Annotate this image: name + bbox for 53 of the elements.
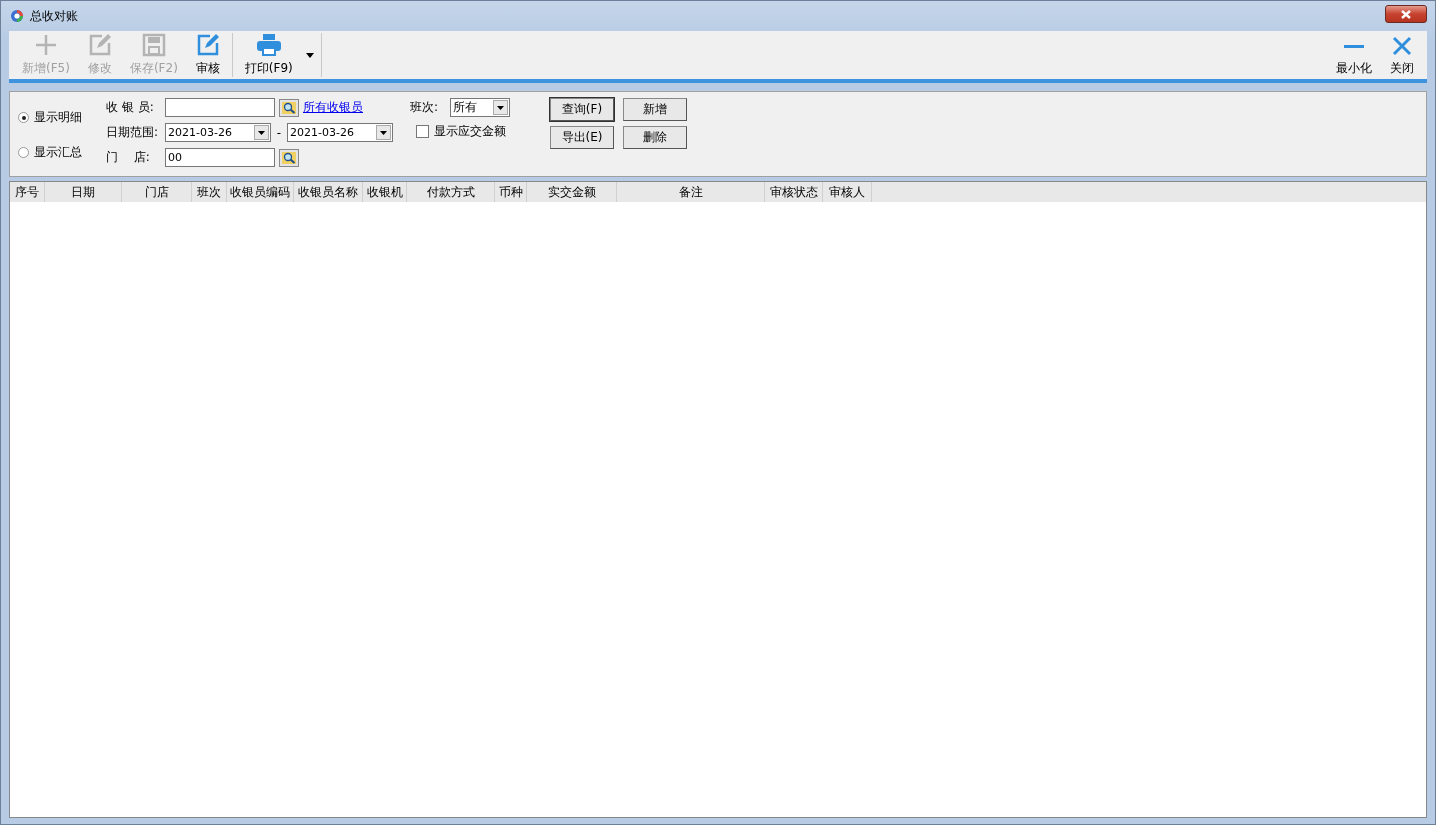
action-button[interactable]: 删除	[623, 126, 687, 149]
all-cashiers-link[interactable]: 所有收银员	[303, 99, 363, 116]
printer-icon	[255, 33, 282, 57]
edit-icon	[195, 33, 220, 57]
window-title: 总收对账	[30, 7, 78, 25]
show-due-checkbox[interactable]: 显示应交金额	[410, 123, 540, 140]
dropdown-arrow-icon	[380, 130, 387, 135]
print-button[interactable]: 打印(F9)	[235, 31, 302, 79]
action-button[interactable]: 查询(F)	[550, 98, 614, 121]
app-logo-icon	[10, 9, 24, 23]
view-mode-radio[interactable]: 显示明细	[18, 109, 106, 126]
store-input[interactable]: 00	[165, 148, 275, 167]
start-date-picker[interactable]: 2021-03-26	[165, 123, 271, 142]
close-icon	[1401, 9, 1411, 19]
audit-button[interactable]: 审核	[186, 31, 229, 79]
action-button[interactable]: 导出(E)	[550, 126, 614, 149]
plus-icon	[33, 33, 58, 57]
edit-icon	[87, 33, 112, 57]
column-header[interactable]: 序号	[10, 182, 45, 202]
column-header[interactable]: 付款方式	[407, 182, 495, 202]
column-header[interactable]: 实交金额	[527, 182, 617, 202]
cashier-label: 收 银 员:	[106, 99, 155, 116]
column-header[interactable]: 备注	[617, 182, 765, 202]
view-mode-radio[interactable]: 显示汇总	[18, 144, 106, 161]
magnifier-icon	[282, 101, 296, 114]
shift-dropdown[interactable]: 所有	[450, 98, 510, 117]
magnifier-icon	[282, 151, 296, 164]
close-icon	[1391, 35, 1413, 57]
lookup-button[interactable]	[279, 98, 299, 117]
column-header[interactable]: 收银员编码	[227, 182, 294, 202]
minimize-button[interactable]: 最小化	[1327, 31, 1381, 79]
shift-label: 班次:	[410, 99, 440, 116]
column-header[interactable]: 审核状态	[765, 182, 823, 202]
store-label: 门 店:	[106, 149, 151, 166]
action-button[interactable]: 新增	[623, 98, 687, 121]
column-header[interactable]: 收银机	[363, 182, 407, 202]
cashier-input[interactable]	[165, 98, 275, 117]
minimize-icon	[1344, 45, 1364, 48]
date-range-label: 日期范围:	[106, 124, 160, 141]
lookup-button[interactable]	[279, 148, 299, 167]
dropdown-arrow-icon	[258, 130, 265, 135]
column-header[interactable]: 门店	[122, 182, 192, 202]
column-header[interactable]: 班次	[192, 182, 227, 202]
column-header[interactable]: 日期	[45, 182, 122, 202]
close-button[interactable]: 关闭	[1381, 31, 1423, 79]
column-header[interactable]: 审核人	[823, 182, 872, 202]
column-header[interactable]: 收银员名称	[294, 182, 363, 202]
end-date-picker[interactable]: 2021-03-26	[287, 123, 393, 142]
dropdown-arrow-icon	[497, 105, 504, 110]
column-header[interactable]: 币种	[495, 182, 527, 202]
dropdown-caret-icon	[305, 52, 314, 58]
close-button[interactable]	[1385, 5, 1427, 23]
date-separator: -	[275, 125, 283, 140]
